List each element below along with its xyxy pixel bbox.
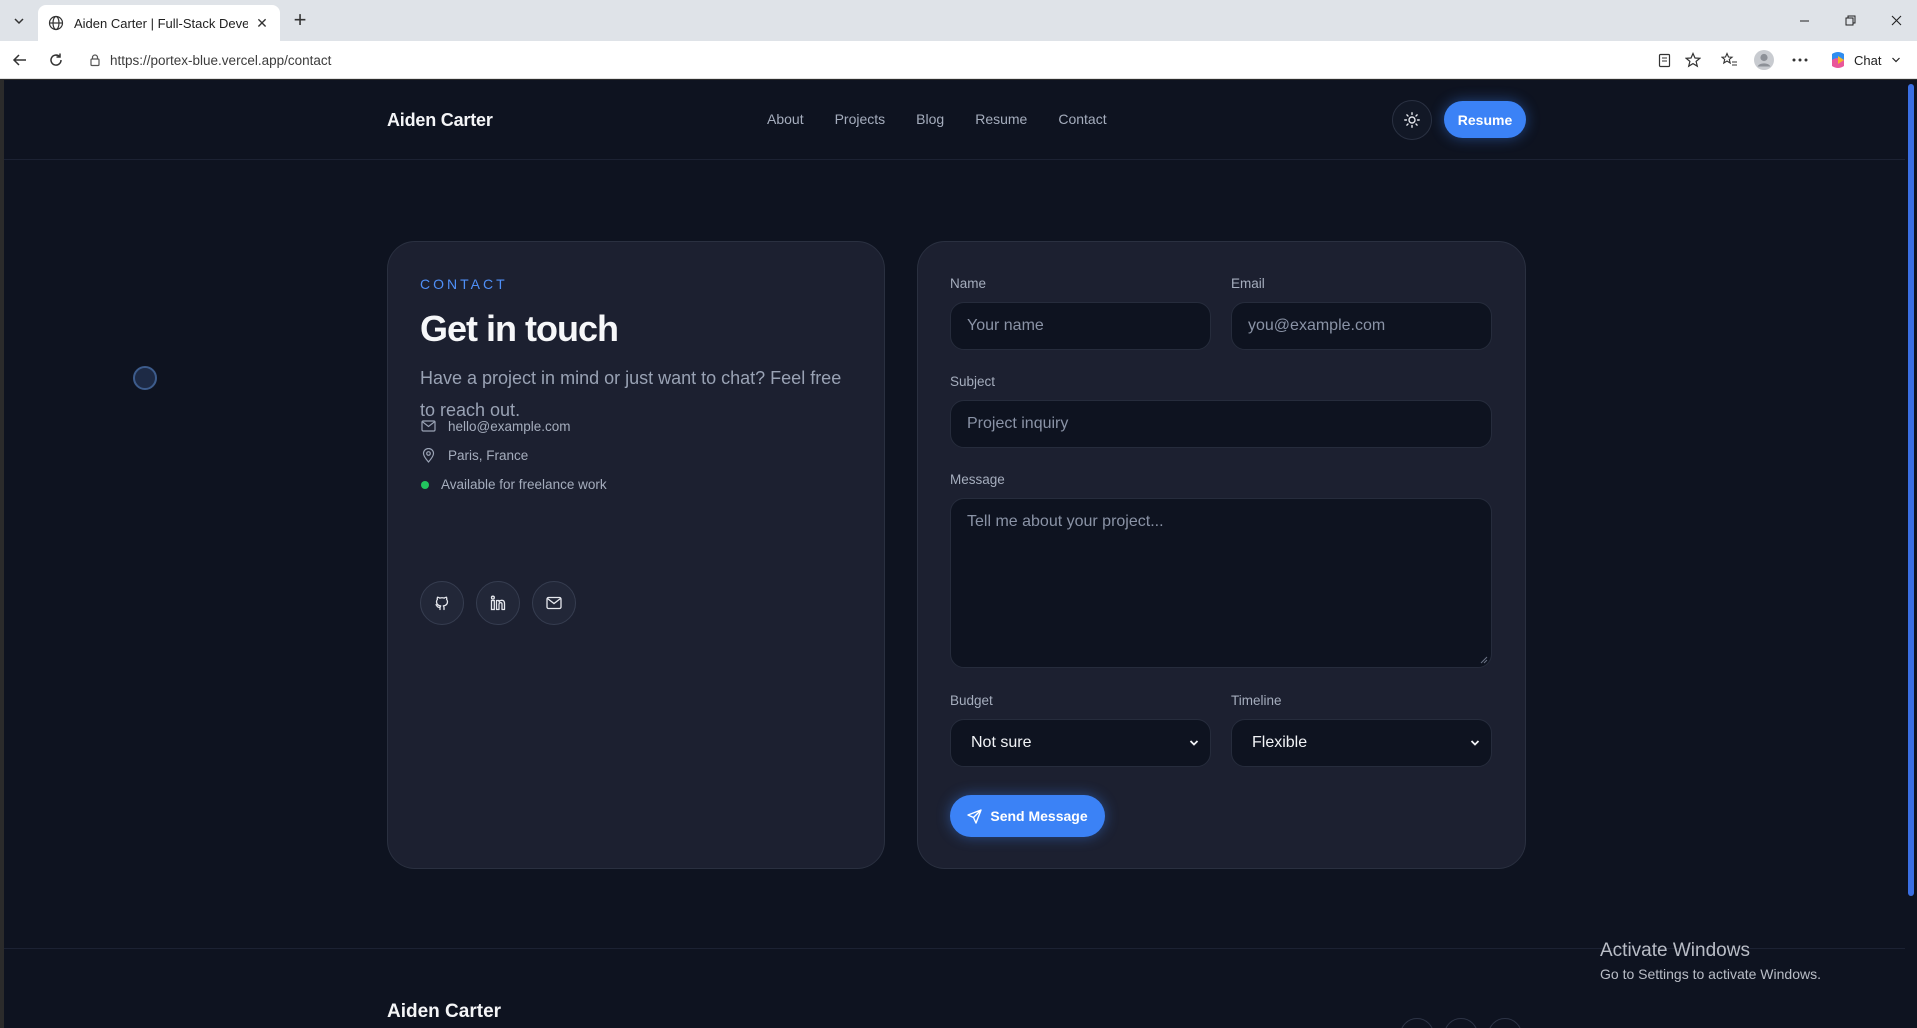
watermark-title: Activate Windows — [1600, 940, 1750, 961]
subject-input[interactable]: Project inquiry — [950, 400, 1492, 448]
subject-label: Subject — [950, 374, 996, 389]
send-icon — [967, 808, 983, 824]
back-arrow-icon[interactable] — [8, 48, 32, 72]
page-title: Get in touch — [420, 308, 619, 349]
windows-activation-watermark: Activate Windows Go to Settings to activ… — [1600, 940, 1821, 982]
message-placeholder: Tell me about your project... — [967, 513, 1164, 530]
more-menu-icon[interactable] — [1788, 48, 1812, 72]
email-label: Email — [1231, 276, 1265, 291]
main-nav: About Projects Blog Resume Contact — [767, 111, 1138, 127]
timeline-value: Flexible — [1252, 734, 1308, 751]
globe-icon — [48, 15, 64, 31]
contact-location: Paris, France — [448, 447, 529, 463]
name-input[interactable]: Your name — [950, 302, 1211, 350]
site-info-icon[interactable] — [88, 53, 102, 67]
sun-icon — [1404, 112, 1420, 128]
message-label: Message — [950, 472, 1005, 487]
site-header: Aiden Carter About Projects Blog Resume … — [4, 80, 1905, 160]
chat-label: Chat — [1854, 52, 1882, 68]
timeline-label: Timeline — [1231, 693, 1282, 708]
availability-status: Available for freelance work — [441, 477, 607, 492]
tab-title: Aiden Carter | Full-Stack Develope — [74, 15, 248, 31]
contact-form-card: Name Your name Email you@example.com Sub… — [917, 241, 1526, 869]
chevron-down-icon — [1189, 740, 1199, 746]
browser-tab[interactable]: Aiden Carter | Full-Stack Develope ✕ — [38, 5, 280, 41]
url-text: https://portex-blue.vercel.app/contact — [110, 52, 332, 68]
page-scrollbar[interactable] — [1905, 80, 1917, 1028]
chat-chevron-icon — [1892, 57, 1901, 63]
favorite-star-icon[interactable] — [1681, 48, 1705, 72]
restore-icon[interactable] — [1827, 0, 1873, 41]
chevron-down-icon — [1470, 740, 1480, 746]
copilot-icon — [1832, 52, 1844, 68]
minimize-icon[interactable] — [1781, 0, 1827, 41]
contact-info-card: CONTACT Get in touch Have a project in m… — [387, 241, 885, 869]
budget-select[interactable]: Not sure — [950, 719, 1211, 767]
resize-handle-icon[interactable] — [1480, 656, 1488, 664]
footer-social-icon[interactable] — [1400, 1018, 1434, 1028]
profile-avatar-icon[interactable] — [1752, 48, 1776, 72]
budget-label: Budget — [950, 693, 993, 708]
nav-resume[interactable]: Resume — [975, 111, 1027, 127]
mail-icon — [420, 418, 436, 434]
footer-social-icon[interactable] — [1488, 1018, 1522, 1028]
cursor-follower — [133, 366, 157, 390]
budget-value: Not sure — [971, 734, 1032, 751]
mail-icon — [546, 596, 562, 610]
timeline-select[interactable]: Flexible — [1231, 719, 1492, 767]
section-eyebrow: CONTACT — [420, 276, 508, 292]
location-row: Paris, France — [420, 447, 528, 463]
send-message-button[interactable]: Send Message — [950, 795, 1105, 837]
email-row[interactable]: hello@example.com — [420, 418, 571, 434]
github-link[interactable] — [420, 581, 464, 625]
url-field[interactable]: https://portex-blue.vercel.app/contact — [78, 46, 1688, 74]
nav-blog[interactable]: Blog — [916, 111, 944, 127]
send-label: Send Message — [990, 808, 1088, 824]
linkedin-link[interactable] — [476, 581, 520, 625]
watermark-subtitle: Go to Settings to activate Windows. — [1600, 966, 1821, 982]
message-textarea[interactable]: Tell me about your project... — [950, 498, 1492, 668]
reload-icon[interactable] — [44, 48, 68, 72]
footer-brand[interactable]: Aiden Carter — [387, 1001, 501, 1023]
availability-row: Available for freelance work — [420, 477, 607, 492]
address-bar: https://portex-blue.vercel.app/contact C… — [0, 41, 1917, 79]
name-label: Name — [950, 276, 987, 291]
nav-contact[interactable]: Contact — [1058, 111, 1106, 127]
linkedin-icon — [490, 595, 506, 611]
map-pin-icon — [420, 447, 436, 463]
email-input[interactable]: you@example.com — [1231, 302, 1492, 350]
reader-view-icon[interactable] — [1652, 48, 1676, 72]
tab-close-icon[interactable]: ✕ — [254, 15, 270, 31]
email-link[interactable] — [532, 581, 576, 625]
tab-list-chevron-icon[interactable] — [6, 8, 32, 34]
github-icon — [435, 596, 449, 611]
page-viewport: Aiden Carter About Projects Blog Resume … — [4, 80, 1905, 1028]
copilot-chat-button[interactable]: Chat — [1828, 48, 1901, 72]
close-window-icon[interactable] — [1873, 0, 1917, 41]
intro-text: Have a project in mind or just want to c… — [420, 368, 842, 420]
resume-button[interactable]: Resume — [1444, 101, 1526, 138]
nav-about[interactable]: About — [767, 111, 804, 127]
nav-projects[interactable]: Projects — [835, 111, 886, 127]
status-dot — [421, 480, 429, 489]
scrollbar-thumb[interactable] — [1908, 84, 1914, 896]
new-tab-icon[interactable]: + — [287, 8, 313, 34]
site-brand[interactable]: Aiden Carter — [387, 110, 493, 131]
footer-social-icon[interactable] — [1444, 1018, 1478, 1028]
favorites-list-icon[interactable] — [1717, 48, 1741, 72]
browser-tab-bar: Aiden Carter | Full-Stack Develope ✕ + — [0, 0, 1917, 41]
theme-toggle-button[interactable] — [1392, 100, 1432, 140]
contact-email[interactable]: hello@example.com — [448, 419, 571, 434]
